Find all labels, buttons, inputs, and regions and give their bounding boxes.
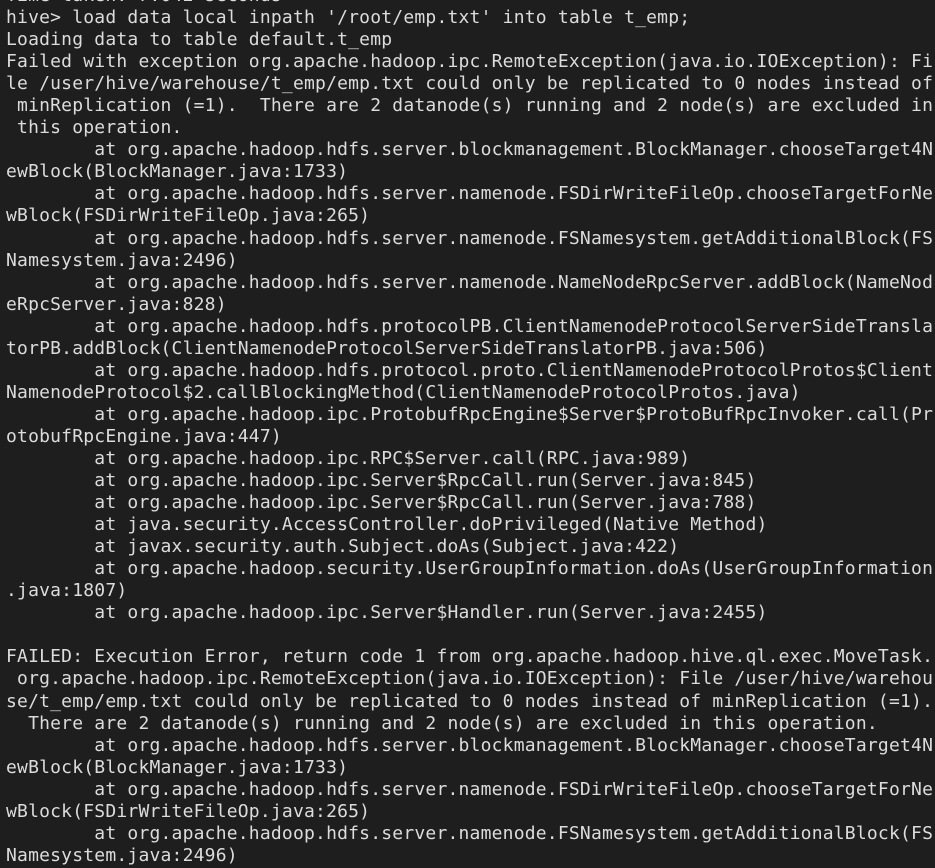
- terminal-line: otobufRpcEngine.java:447): [6, 425, 282, 447]
- terminal-line: at org.apache.hadoop.ipc.Server$Handler.…: [6, 602, 768, 624]
- terminal-line: at org.apache.hadoop.security.UserGroupI…: [6, 558, 934, 580]
- terminal-line: Loading data to table default.t_emp: [6, 29, 393, 51]
- terminal-line: at org.apache.hadoop.ipc.RPC$Server.call…: [6, 447, 691, 469]
- terminal-line: ewBlock(BlockManager.java:1733): [6, 756, 349, 778]
- terminal-line: at org.apache.hadoop.hdfs.server.blockma…: [6, 139, 934, 161]
- terminal-line: this operation.: [6, 117, 183, 139]
- terminal-line: at java.security.AccessController.doPriv…: [6, 514, 768, 536]
- terminal-line: at org.apache.hadoop.hdfs.server.namenod…: [6, 183, 934, 205]
- terminal-line: at org.apache.hadoop.hdfs.server.namenod…: [6, 227, 934, 249]
- terminal-line: Time taken: 7.042 seconds: [6, 0, 933, 7]
- terminal-line: Namesystem.java:2496): [6, 249, 238, 271]
- terminal-line: NamenodeProtocol$2.callBlockingMethod(Cl…: [6, 381, 801, 403]
- terminal-line: at org.apache.hadoop.ipc.Server$RpcCall.…: [6, 470, 757, 492]
- terminal-line: ewBlock(BlockManager.java:1733): [6, 161, 349, 183]
- terminal-line: eRpcServer.java:828): [6, 293, 227, 315]
- terminal-line: se/t_emp/emp.txt could only be replicate…: [6, 690, 934, 712]
- terminal-line: hive> load data local inpath '/root/emp.…: [6, 7, 691, 29]
- terminal-line: wBlock(FSDirWriteFileOp.java:265): [6, 205, 371, 227]
- terminal-line: at org.apache.hadoop.hdfs.server.blockma…: [6, 734, 934, 756]
- terminal-line: Namesystem.java:2496): [6, 844, 238, 866]
- terminal-line: at org.apache.hadoop.hdfs.protocolPB.Cli…: [6, 315, 934, 337]
- terminal-line: org.apache.hadoop.ipc.RemoteException(ja…: [6, 668, 934, 690]
- terminal-line: at org.apache.hadoop.ipc.Server$RpcCall.…: [6, 492, 757, 514]
- terminal-output: Time taken: 7.042 secondshive> load data…: [6, 0, 933, 867]
- terminal-line: FAILED: Execution Error, return code 1 f…: [6, 646, 934, 668]
- terminal-line: There are 2 datanode(s) running and 2 no…: [6, 712, 878, 734]
- terminal-line: at org.apache.hadoop.hdfs.server.namenod…: [6, 778, 934, 800]
- terminal-line: at org.apache.hadoop.hdfs.protocol.proto…: [6, 359, 934, 381]
- terminal-line: at javax.security.auth.Subject.doAs(Subj…: [6, 536, 680, 558]
- terminal-line: wBlock(FSDirWriteFileOp.java:265): [6, 800, 371, 822]
- terminal-line: minReplication (=1). There are 2 datanod…: [6, 95, 934, 117]
- terminal-line: .java:1807): [6, 580, 128, 602]
- terminal-line: le /user/hive/warehouse/t_emp/emp.txt co…: [6, 73, 934, 95]
- terminal-line: at org.apache.hadoop.hdfs.server.namenod…: [6, 822, 934, 844]
- terminal-line: torPB.addBlock(ClientNamenodeProtocolSer…: [6, 337, 768, 359]
- terminal-line: Failed with exception org.apache.hadoop.…: [6, 51, 934, 73]
- terminal-line: at org.apache.hadoop.ipc.ProtobufRpcEngi…: [6, 403, 934, 425]
- terminal-line: at org.apache.hadoop.hdfs.server.namenod…: [6, 271, 934, 293]
- terminal-window[interactable]: Time taken: 7.042 secondshive> load data…: [0, 0, 935, 868]
